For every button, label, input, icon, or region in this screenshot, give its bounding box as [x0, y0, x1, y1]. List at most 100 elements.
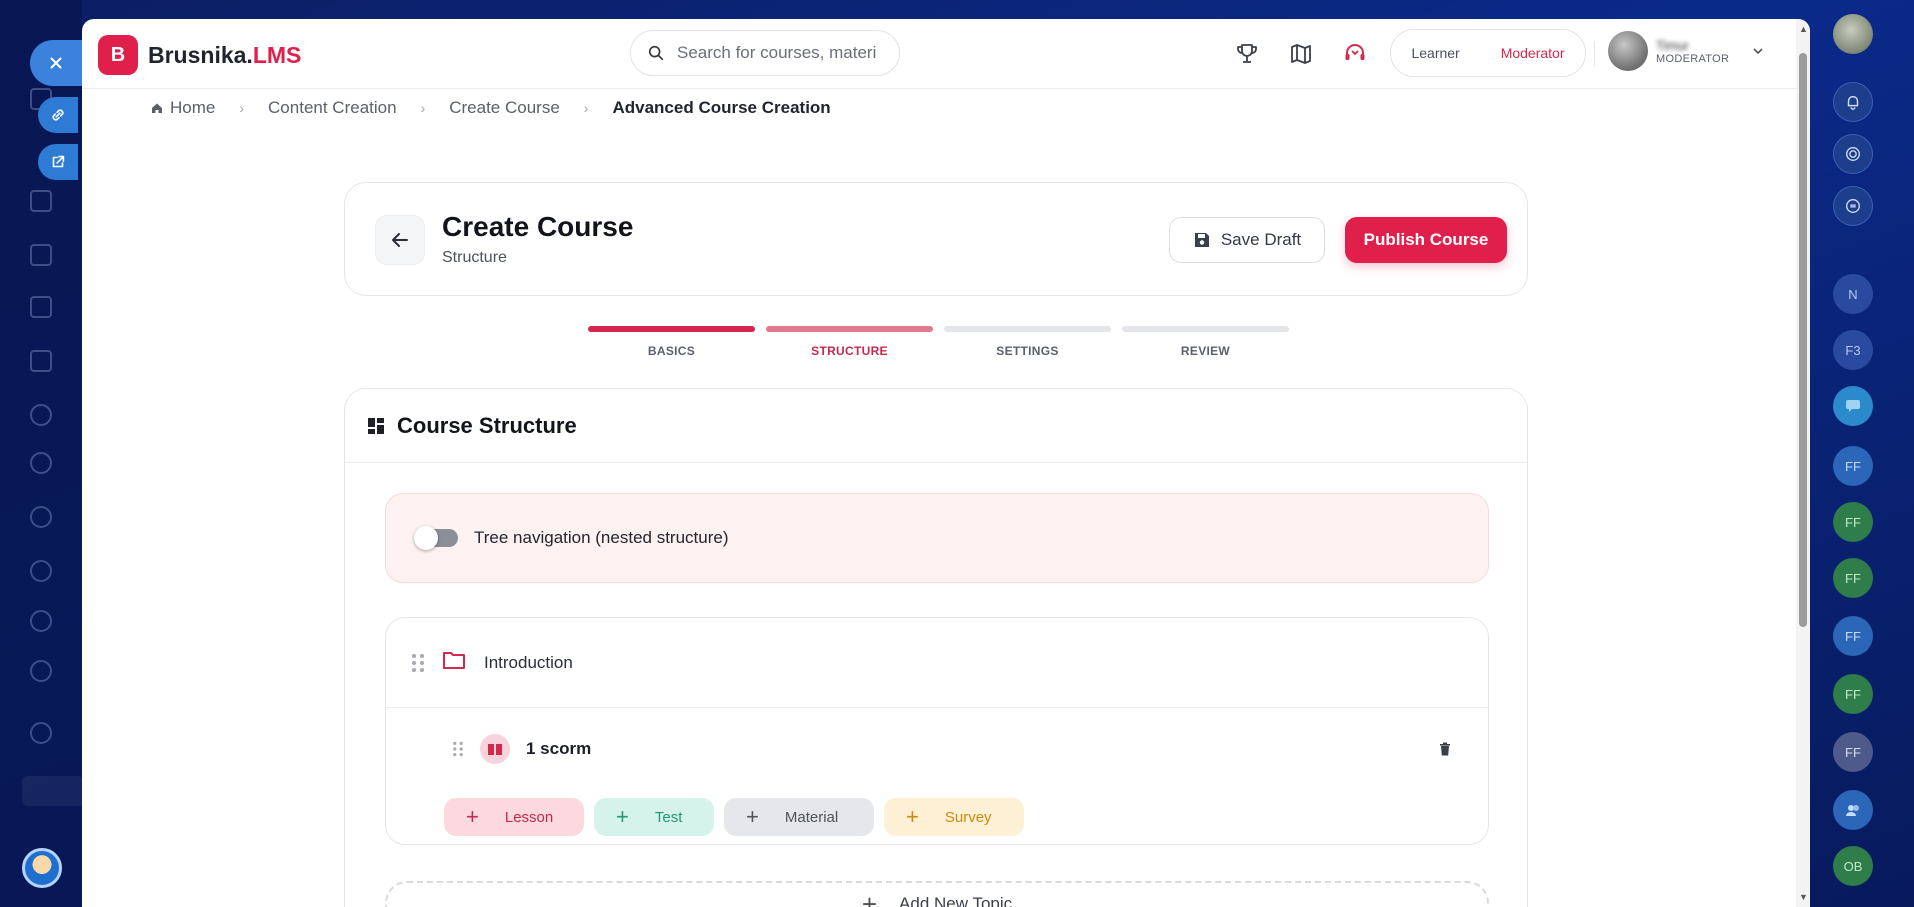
progress-stepper: BASICS STRUCTURE SETTINGS REVIEW — [588, 326, 1289, 358]
toggle-knob — [414, 526, 438, 550]
breadcrumb-item[interactable]: Create Course — [449, 98, 560, 118]
step-review[interactable]: REVIEW — [1122, 326, 1289, 358]
tree-navigation-label: Tree navigation (nested structure) — [474, 528, 729, 547]
course-structure-card: Course Structure Tree navigation (nested… — [344, 388, 1528, 907]
step-bar — [944, 326, 1111, 332]
group-icon[interactable] — [1833, 790, 1873, 830]
link-icon — [52, 109, 64, 121]
sidebar-pill[interactable] — [22, 776, 84, 806]
topic-card: Introduction 1 scorm + Lesson + Test + Mate… — [385, 617, 1489, 845]
step-label: SETTINGS — [996, 344, 1059, 358]
close-icon — [50, 57, 62, 69]
back-button[interactable] — [375, 215, 425, 265]
chat-avatar[interactable]: N — [1833, 274, 1873, 314]
plus-icon: + — [906, 804, 919, 829]
scroll-down-icon[interactable]: ▼ — [1799, 893, 1808, 902]
user-menu[interactable]: Timur MODERATOR — [1608, 31, 1765, 71]
structure-header: Course Structure — [345, 389, 1527, 463]
circle-icon[interactable] — [30, 404, 52, 426]
breadcrumb: Home › Content Creation › Create Course … — [150, 98, 831, 118]
user-role: MODERATOR — [1656, 52, 1730, 65]
breadcrumb-item[interactable]: Content Creation — [268, 98, 397, 118]
delete-lesson-button[interactable] — [1432, 736, 1458, 762]
chat-bubble-icon[interactable] — [1833, 386, 1873, 426]
add-material-button[interactable]: + Material — [724, 798, 874, 836]
logo[interactable]: B Brusnika.LMS — [98, 35, 301, 75]
divider — [1594, 41, 1595, 67]
circle-icon[interactable] — [30, 610, 52, 632]
link-button[interactable] — [38, 97, 78, 133]
left-sidebar — [0, 0, 84, 907]
breadcrumb-current: Advanced Course Creation — [612, 98, 831, 117]
chevron-right-icon: › — [420, 100, 426, 116]
logo-mark: B — [98, 35, 138, 75]
scroll-up-icon[interactable]: ▲ — [1799, 25, 1808, 34]
tree-navigation-toggle[interactable] — [414, 526, 458, 550]
drag-handle-icon[interactable] — [412, 653, 424, 672]
id-card-icon[interactable] — [30, 350, 52, 372]
step-bar — [588, 326, 755, 332]
support-headset-icon[interactable] — [1340, 39, 1370, 69]
step-label: BASICS — [647, 344, 696, 358]
home-icon — [152, 103, 162, 113]
chat-avatar[interactable]: OB — [1833, 846, 1873, 886]
circle-icon[interactable] — [30, 660, 52, 682]
filter-icon[interactable] — [30, 296, 52, 318]
lesson-item[interactable]: 1 scorm — [452, 734, 591, 764]
search-input[interactable] — [677, 43, 877, 63]
chat-avatar[interactable]: FF — [1833, 446, 1873, 486]
scrollbar[interactable]: ▲ ▼ — [1796, 19, 1810, 907]
settings-icon[interactable] — [30, 722, 52, 744]
breadcrumb-home[interactable]: Home — [150, 98, 215, 118]
page-subtitle: Structure — [442, 249, 507, 266]
add-lesson-button[interactable]: + Lesson — [444, 798, 584, 836]
add-survey-button[interactable]: + Survey — [884, 798, 1024, 836]
structure-title: Course Structure — [397, 412, 577, 438]
save-draft-button[interactable]: Save Draft — [1169, 217, 1325, 263]
chat-swap-icon[interactable] — [1833, 186, 1873, 226]
role-switch: Learner Moderator — [1390, 29, 1586, 77]
add-new-topic-button[interactable]: + Add New Topic — [385, 881, 1489, 907]
chat-avatar[interactable]: F3 — [1833, 330, 1873, 370]
calendar-icon[interactable] — [30, 244, 52, 266]
scrollbar-thumb[interactable] — [1799, 53, 1807, 627]
chat-avatar[interactable]: FF — [1833, 732, 1873, 772]
avatar[interactable] — [22, 848, 62, 888]
add-content-row: + Lesson + Test + Material + Survey — [444, 798, 1024, 836]
role-moderator[interactable]: Moderator — [1501, 45, 1565, 61]
circle-icon[interactable] — [30, 506, 52, 528]
bell-icon[interactable] — [1833, 82, 1873, 122]
drag-handle-icon[interactable] — [453, 741, 463, 757]
target-icon[interactable] — [1833, 134, 1873, 174]
plus-icon: + — [746, 804, 759, 829]
circle-icon[interactable] — [30, 452, 52, 474]
add-test-button[interactable]: + Test — [594, 798, 714, 836]
plus-icon: + — [466, 804, 479, 829]
role-learner[interactable]: Learner — [1411, 45, 1459, 61]
chat-avatar[interactable]: FF — [1833, 558, 1873, 598]
trophy-icon[interactable] — [1232, 39, 1262, 69]
step-structure[interactable]: STRUCTURE — [766, 326, 933, 358]
logo-text: Brusnika.LMS — [148, 41, 302, 68]
card-icon[interactable] — [30, 190, 52, 212]
right-avatar[interactable] — [1833, 14, 1873, 54]
topic-name[interactable]: Introduction — [484, 653, 573, 673]
step-label: STRUCTURE — [811, 344, 888, 358]
step-settings[interactable]: SETTINGS — [944, 326, 1111, 358]
circle-icon[interactable] — [30, 560, 52, 582]
external-link-button[interactable] — [38, 144, 78, 180]
page-title: Create Course — [442, 211, 634, 242]
search-box[interactable] — [630, 30, 900, 76]
step-basics[interactable]: BASICS — [588, 326, 755, 358]
chat-avatar[interactable]: FF — [1833, 674, 1873, 714]
chat-avatar[interactable]: FF — [1833, 616, 1873, 656]
chevron-right-icon: › — [239, 100, 245, 116]
map-icon[interactable] — [1286, 39, 1316, 69]
folder-icon — [442, 649, 466, 676]
close-button[interactable] — [30, 40, 82, 86]
publish-course-button[interactable]: Publish Course — [1345, 217, 1507, 263]
chat-avatar[interactable]: FF — [1833, 502, 1873, 542]
step-bar — [766, 326, 933, 332]
lesson-name: 1 scorm — [526, 739, 592, 758]
step-label: REVIEW — [1180, 344, 1231, 358]
